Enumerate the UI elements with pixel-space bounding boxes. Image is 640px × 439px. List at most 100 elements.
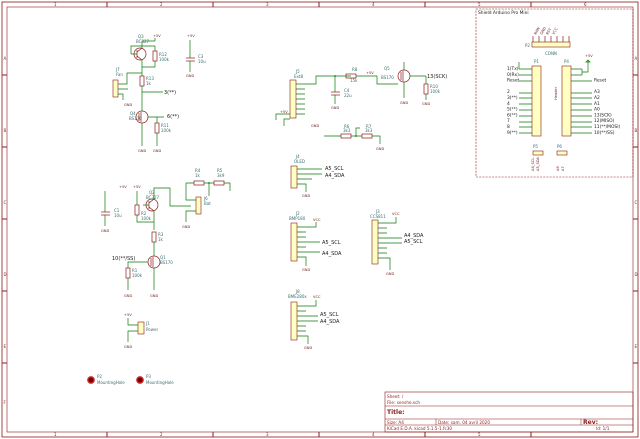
resistor-r11[interactable]: R11 100k <box>154 122 172 134</box>
gnd-label: GND <box>304 346 312 350</box>
value-r5: 3k9 <box>217 173 225 178</box>
transistor-q2[interactable]: Q2 BC327 <box>145 190 160 212</box>
connector-j3[interactable]: J3 CCS811 VCC A4_SDA A5_SCL GND <box>370 209 424 276</box>
resistor-r10[interactable]: R10 100k <box>423 83 441 95</box>
resistor-r13[interactable]: R13 1k <box>139 75 154 87</box>
gnd-label: GND <box>153 149 161 153</box>
pin-label: 0(Rx) <box>507 72 519 78</box>
net-label-sck: 13(SCK) <box>427 74 447 80</box>
resistor-r3[interactable]: R3 1k <box>151 231 164 243</box>
ref-j1: J1 <box>145 321 150 326</box>
connector-j2[interactable]: J2 BMP180 VCC A5_SCL A4_SDA GND <box>289 211 342 272</box>
transistor-q5[interactable]: Q5 BS170 <box>381 66 411 83</box>
value-r13: 1k <box>146 81 152 86</box>
pin-label: A1 <box>594 101 600 107</box>
kicad-version: KiCad E.D.A. kicad 5.1.5-1.fc30 <box>387 426 452 431</box>
resistor-r8[interactable]: R8 15k <box>345 67 358 83</box>
connector-p2[interactable]: P2 CONN RAW GND RST VCC <box>525 26 571 56</box>
resistor-r6[interactable]: R6 3k3 <box>340 124 352 139</box>
ext8-circuit[interactable]: J5 Ext8 +5V GND R8 15k C4 22u GND Q5 BS1… <box>275 62 447 151</box>
row-label: E <box>4 344 7 349</box>
connector-j4[interactable]: J4 OLED A5_SCL A4_SDA GND <box>290 154 345 198</box>
column-label: 3 <box>266 2 269 7</box>
value-p4: Header <box>554 86 558 100</box>
column-label: 4 <box>372 432 375 437</box>
transistor-q4[interactable]: Q4 BS170 <box>129 110 149 124</box>
pin-label: 9(**) <box>507 130 518 136</box>
resistor-r7[interactable]: R7 3k3 <box>361 124 373 139</box>
power-label-vcc: +5V <box>585 54 593 58</box>
transistor-q1[interactable]: Q1 BS170 <box>147 255 173 269</box>
value-j4: OLED <box>294 159 305 164</box>
connector-j6[interactable]: J6 Bat <box>195 196 211 215</box>
value-hole: MountingHole <box>97 380 125 385</box>
net-label-sda: A4_SDA <box>320 319 340 325</box>
resistor-r4[interactable]: R4 1k <box>193 168 205 186</box>
gnd-label: GND <box>376 147 384 151</box>
capacitor-c4[interactable]: C4 22u <box>331 88 352 98</box>
ref-p5: P5 <box>533 144 538 149</box>
gnd-label: GND <box>186 74 194 78</box>
row-label: D <box>635 272 638 277</box>
connector-p5[interactable]: P5 A4_SCL A5_SDA <box>531 144 544 171</box>
net-label-sda: A4_SDA <box>325 173 345 179</box>
connector-j7[interactable]: J7 Fan <box>112 67 123 98</box>
pin-label: 13(SCK) <box>594 112 612 118</box>
fan-driver-circuit[interactable]: Q3 BC327 +5V R12 100k R13 1k 3(**) C3 10… <box>112 34 206 153</box>
column-label: 6 <box>584 2 587 7</box>
row-label: A <box>4 56 7 61</box>
connector-p1[interactable]: P1 1(Tx) 0(Rx) Reset 2 3(**) 4 5(**) 6(*… <box>507 59 542 137</box>
connector-p6[interactable]: P6 A6 A7 <box>556 144 568 171</box>
pin-label: Reset <box>594 78 607 84</box>
gnd-label: GND <box>124 103 132 107</box>
power-label: +5V <box>187 34 195 38</box>
value-j7: Fan <box>116 72 123 77</box>
net-label-scl: A5_SCL <box>322 240 341 246</box>
value-r7: 3k3 <box>365 128 373 133</box>
vcc-label: VCC <box>313 218 321 222</box>
resistor-r12[interactable]: R12 100k <box>152 50 170 62</box>
value-j1: Power <box>146 327 158 332</box>
capacitor-c1[interactable]: C1 10u <box>101 208 122 218</box>
net-label-6: 6(**) <box>167 114 179 120</box>
value-j6: Bat <box>204 201 211 206</box>
gnd-label: GND <box>182 225 190 229</box>
value-r2: 100k <box>141 216 152 221</box>
battery-circuit[interactable]: Q2 BC327 +5V +5V R2 100k C1 10u GND R3 1… <box>101 168 231 298</box>
shield-block[interactable]: Shield Arduino Pro Mini P2 CONN RAW GND … <box>475 8 634 178</box>
capacitor-c3[interactable]: C3 10u <box>186 54 206 64</box>
value-p2: CONN <box>545 51 557 56</box>
power-label: +5V <box>366 71 374 75</box>
pin-label: 11(**/MOSI) <box>594 124 620 130</box>
size-label: Size: A4 <box>387 420 404 425</box>
connector-j5[interactable]: J5 Ext8 <box>289 69 303 119</box>
resistor-r1[interactable]: R1 100k <box>125 267 143 279</box>
pin-label: A6 <box>556 166 560 171</box>
ref-p2: P2 <box>525 43 530 48</box>
power-label: +5V <box>280 110 288 114</box>
power-label: +5V <box>133 185 141 189</box>
rev-label: Rev: <box>583 419 598 426</box>
mounting-hole-p2[interactable]: P2 MountingHole <box>87 374 125 385</box>
pin-label: 1(Tx) <box>507 66 519 72</box>
pin-label: 3(**) <box>507 95 518 101</box>
value-r10: 100k <box>430 89 441 94</box>
title-label: Title: <box>387 409 405 416</box>
resistor-r5[interactable]: R5 3k9 <box>213 168 225 186</box>
gnd-label: GND <box>311 124 319 128</box>
pin-label: A0 <box>594 107 600 113</box>
value-q4: BS170 <box>129 116 142 121</box>
power-connector[interactable]: J1 Power +5V GND <box>124 313 158 349</box>
mounting-hole-p3[interactable]: P3 MountingHole <box>136 374 174 385</box>
connector-j8[interactable]: J8 BME280x VCC A5_SCL A4_SDA GND <box>288 289 340 350</box>
ref-hole: P2 <box>97 374 102 379</box>
ref-r8: R8 <box>352 67 358 72</box>
i2c-connectors[interactable]: J4 OLED A5_SCL A4_SDA GND J2 BMP180 VCC … <box>288 154 424 350</box>
frame-row-labels: A B C D E F A B C D E <box>4 56 638 405</box>
value-r11: 100k <box>161 128 172 133</box>
mounting-holes: P2 MountingHole P3 MountingHole <box>87 374 174 385</box>
file-label: File: senshe.sch <box>387 400 420 405</box>
pin-label: 4 <box>507 101 510 107</box>
gnd-label: GND <box>302 194 310 198</box>
gnd-label: GND <box>150 294 158 298</box>
